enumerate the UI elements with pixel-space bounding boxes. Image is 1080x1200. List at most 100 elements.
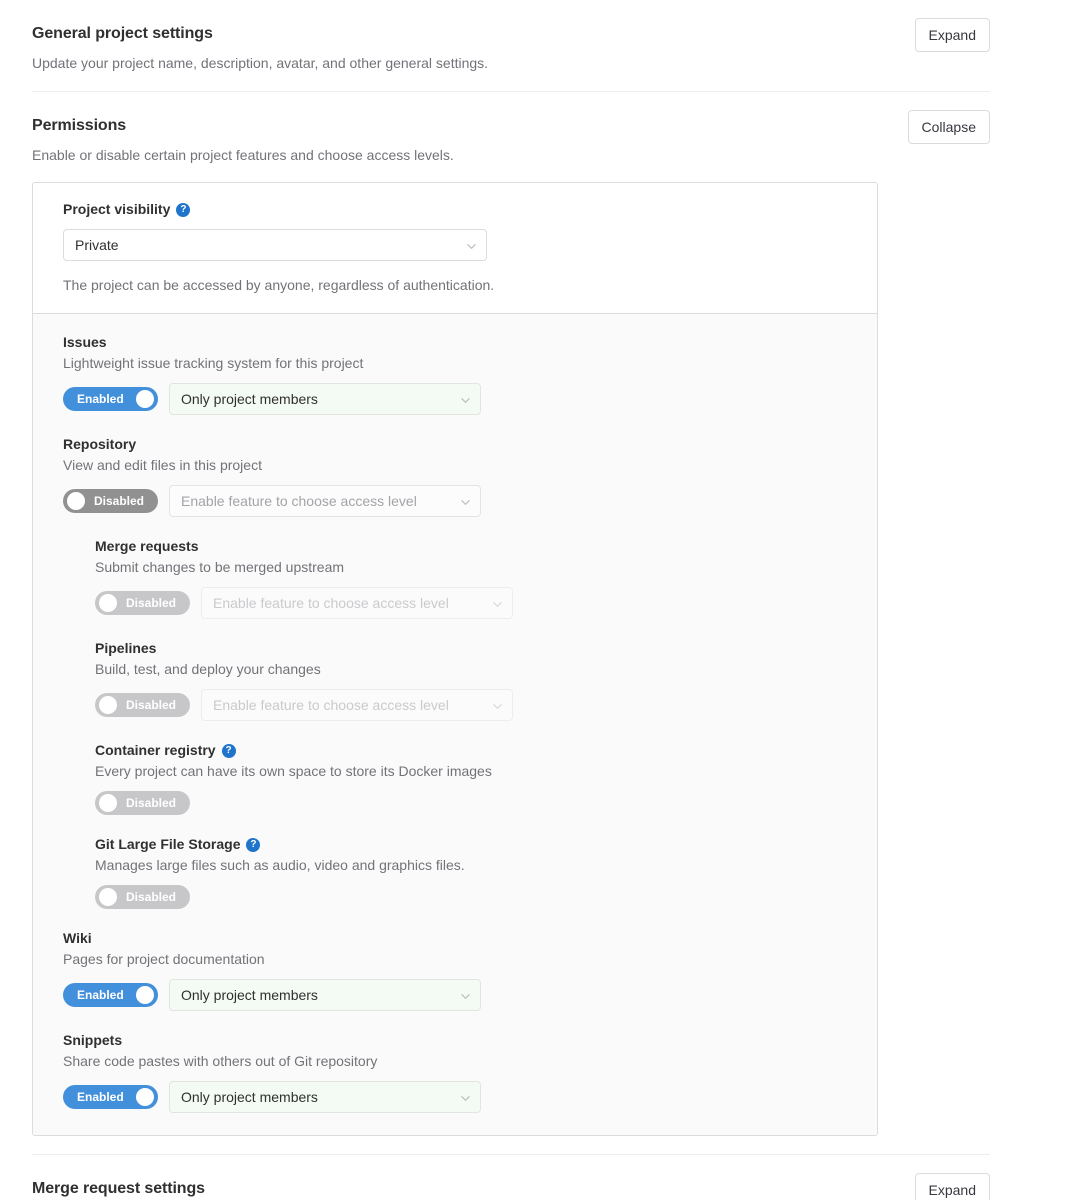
feature-controls: Enabled Only project members	[63, 383, 847, 415]
merge-request-settings-title: Merge request settings	[32, 1180, 205, 1197]
feature-name: Repository	[63, 436, 137, 452]
general-settings-title: General project settings	[32, 25, 213, 42]
feature-name: Issues	[63, 334, 107, 350]
toggle-knob	[99, 794, 117, 812]
toggle-knob	[136, 390, 154, 408]
question-mark-glyph: ?	[250, 838, 257, 850]
project-visibility-select[interactable]: Private	[63, 229, 487, 261]
feature-name-row: Repository	[63, 434, 847, 454]
toggle-knob	[99, 888, 117, 906]
permissions-description: Enable or disable certain project featur…	[32, 147, 454, 163]
feature-access-level-select[interactable]: Only project members	[169, 383, 481, 415]
feature-name-row: Wiki	[63, 928, 847, 948]
feature-name: Git Large File Storage	[95, 836, 241, 852]
toggle-state-label: Enabled	[77, 988, 124, 1002]
feature-name-row: Container registry?	[95, 740, 847, 760]
section-general-project-settings: General project settings Update your pro…	[32, 0, 990, 92]
feature-toggle-switch: Disabled	[95, 591, 190, 615]
permissions-title: Permissions	[32, 117, 127, 134]
feature-name: Wiki	[63, 930, 92, 946]
toggle-state-label: Enabled	[77, 1090, 124, 1104]
feature-row: Wiki Pages for project documentation Enabl…	[63, 928, 847, 1011]
feature-description: Every project can have its own space to …	[95, 763, 492, 779]
section-permissions: Permissions Enable or disable certain pr…	[32, 92, 990, 1155]
feature-description: Lightweight issue tracking system for th…	[63, 355, 364, 371]
toggle-state-label: Disabled	[125, 698, 176, 712]
project-visibility-label: Project visibility	[63, 201, 171, 217]
general-settings-expand-button[interactable]: Expand	[914, 18, 990, 52]
section-header-text: General project settings Update your pro…	[32, 24, 488, 73]
feature-name: Container registry	[95, 742, 216, 758]
feature-row: Container registry? Every project can hav…	[95, 740, 847, 815]
feature-name-row: Merge requests	[95, 536, 847, 556]
toggle-state-label: Enabled	[77, 392, 124, 406]
toggle-state-label: Disabled	[125, 596, 176, 610]
toggle-state-label: Disabled	[93, 494, 144, 508]
feature-row: Git Large File Storage? Manages large fil…	[95, 834, 847, 909]
project-visibility-hint: The project can be accessed by anyone, r…	[63, 277, 495, 293]
section-merge-request-settings: Merge request settings Customize your me…	[32, 1155, 990, 1200]
merge-request-settings-expand-button[interactable]: Expand	[914, 1173, 990, 1200]
feature-name-row: Git Large File Storage?	[95, 834, 847, 854]
feature-toggle-switch: Disabled	[95, 885, 190, 909]
feature-description: Submit changes to be merged upstream	[95, 559, 345, 575]
toggle-knob	[136, 1088, 154, 1106]
project-visibility-label-row: Project visibility ?	[63, 199, 847, 219]
section-header-text: Merge request settings Customize your me…	[32, 1179, 295, 1200]
feature-name-row: Pipelines	[95, 638, 847, 658]
feature-access-level-value: Enable feature to choose access level	[169, 485, 481, 517]
feature-access-level-value: Only project members	[169, 383, 481, 415]
feature-access-level-value: Enable feature to choose access level	[201, 587, 513, 619]
project-visibility-select-value: Private	[63, 229, 487, 261]
toggle-knob	[67, 492, 85, 510]
feature-name: Merge requests	[95, 538, 199, 554]
question-circle-icon[interactable]: ?	[246, 838, 261, 852]
feature-access-level-select[interactable]: Only project members	[169, 979, 481, 1011]
permissions-card: Project visibility ? Private The project…	[32, 182, 878, 1136]
question-mark-glyph: ?	[225, 744, 232, 756]
feature-toggle-switch[interactable]: Enabled	[63, 1085, 158, 1109]
permissions-collapse-button[interactable]: Collapse	[907, 110, 990, 144]
question-circle-icon[interactable]: ?	[221, 744, 236, 758]
feature-row: Snippets Share code pastes with others ou…	[63, 1030, 847, 1113]
feature-description: Manages large files such as audio, video…	[95, 857, 465, 873]
toggle-knob	[136, 986, 154, 1004]
feature-access-level-value: Only project members	[169, 979, 481, 1011]
permissions-body: Project visibility ? Private The project…	[32, 182, 990, 1136]
feature-description: Build, test, and deploy your changes	[95, 661, 321, 677]
toggle-knob	[99, 594, 117, 612]
section-header: Permissions Enable or disable certain pr…	[32, 110, 990, 165]
feature-row: Pipelines Build, test, and deploy your ch…	[95, 638, 847, 721]
feature-row: Repository View and edit files in this pr…	[63, 434, 847, 517]
toggle-state-label: Disabled	[125, 796, 176, 810]
feature-row: Issues Lightweight issue tracking system …	[63, 332, 847, 415]
feature-controls: Enabled Only project members	[63, 1081, 847, 1113]
feature-row: Merge requests Submit changes to be merge…	[95, 536, 847, 619]
feature-toggle-switch[interactable]: Disabled	[63, 489, 158, 513]
feature-controls: Enabled Only project members	[63, 979, 847, 1011]
toggle-state-label: Disabled	[125, 890, 176, 904]
feature-toggle-switch: Disabled	[95, 693, 190, 717]
section-header: General project settings Update your pro…	[32, 18, 990, 73]
feature-controls: Disabled Enable feature to choose access …	[63, 485, 847, 517]
feature-controls: Disabled Enable feature to choose access …	[95, 689, 847, 721]
feature-toggle-switch[interactable]: Enabled	[63, 387, 158, 411]
project-features-list: Issues Lightweight issue tracking system …	[33, 314, 877, 1135]
project-settings-page: General project settings Update your pro…	[0, 0, 1080, 1200]
feature-access-level-value: Only project members	[169, 1081, 481, 1113]
feature-controls: Disabled	[95, 791, 847, 815]
feature-access-level-select[interactable]: Only project members	[169, 1081, 481, 1113]
feature-toggle-switch[interactable]: Enabled	[63, 983, 158, 1007]
feature-controls: Disabled	[95, 885, 847, 909]
general-settings-description: Update your project name, description, a…	[32, 55, 489, 71]
feature-name: Pipelines	[95, 640, 157, 656]
feature-description: Pages for project documentation	[63, 951, 265, 967]
feature-name-row: Snippets	[63, 1030, 847, 1050]
toggle-knob	[99, 696, 117, 714]
project-visibility-block: Project visibility ? Private The project…	[33, 183, 877, 314]
question-circle-icon[interactable]: ?	[176, 203, 191, 217]
feature-access-level-select: Enable feature to choose access level	[201, 689, 513, 721]
feature-description: Share code pastes with others out of Git…	[63, 1053, 378, 1069]
feature-name: Snippets	[63, 1032, 123, 1048]
feature-description: View and edit files in this project	[63, 457, 262, 473]
